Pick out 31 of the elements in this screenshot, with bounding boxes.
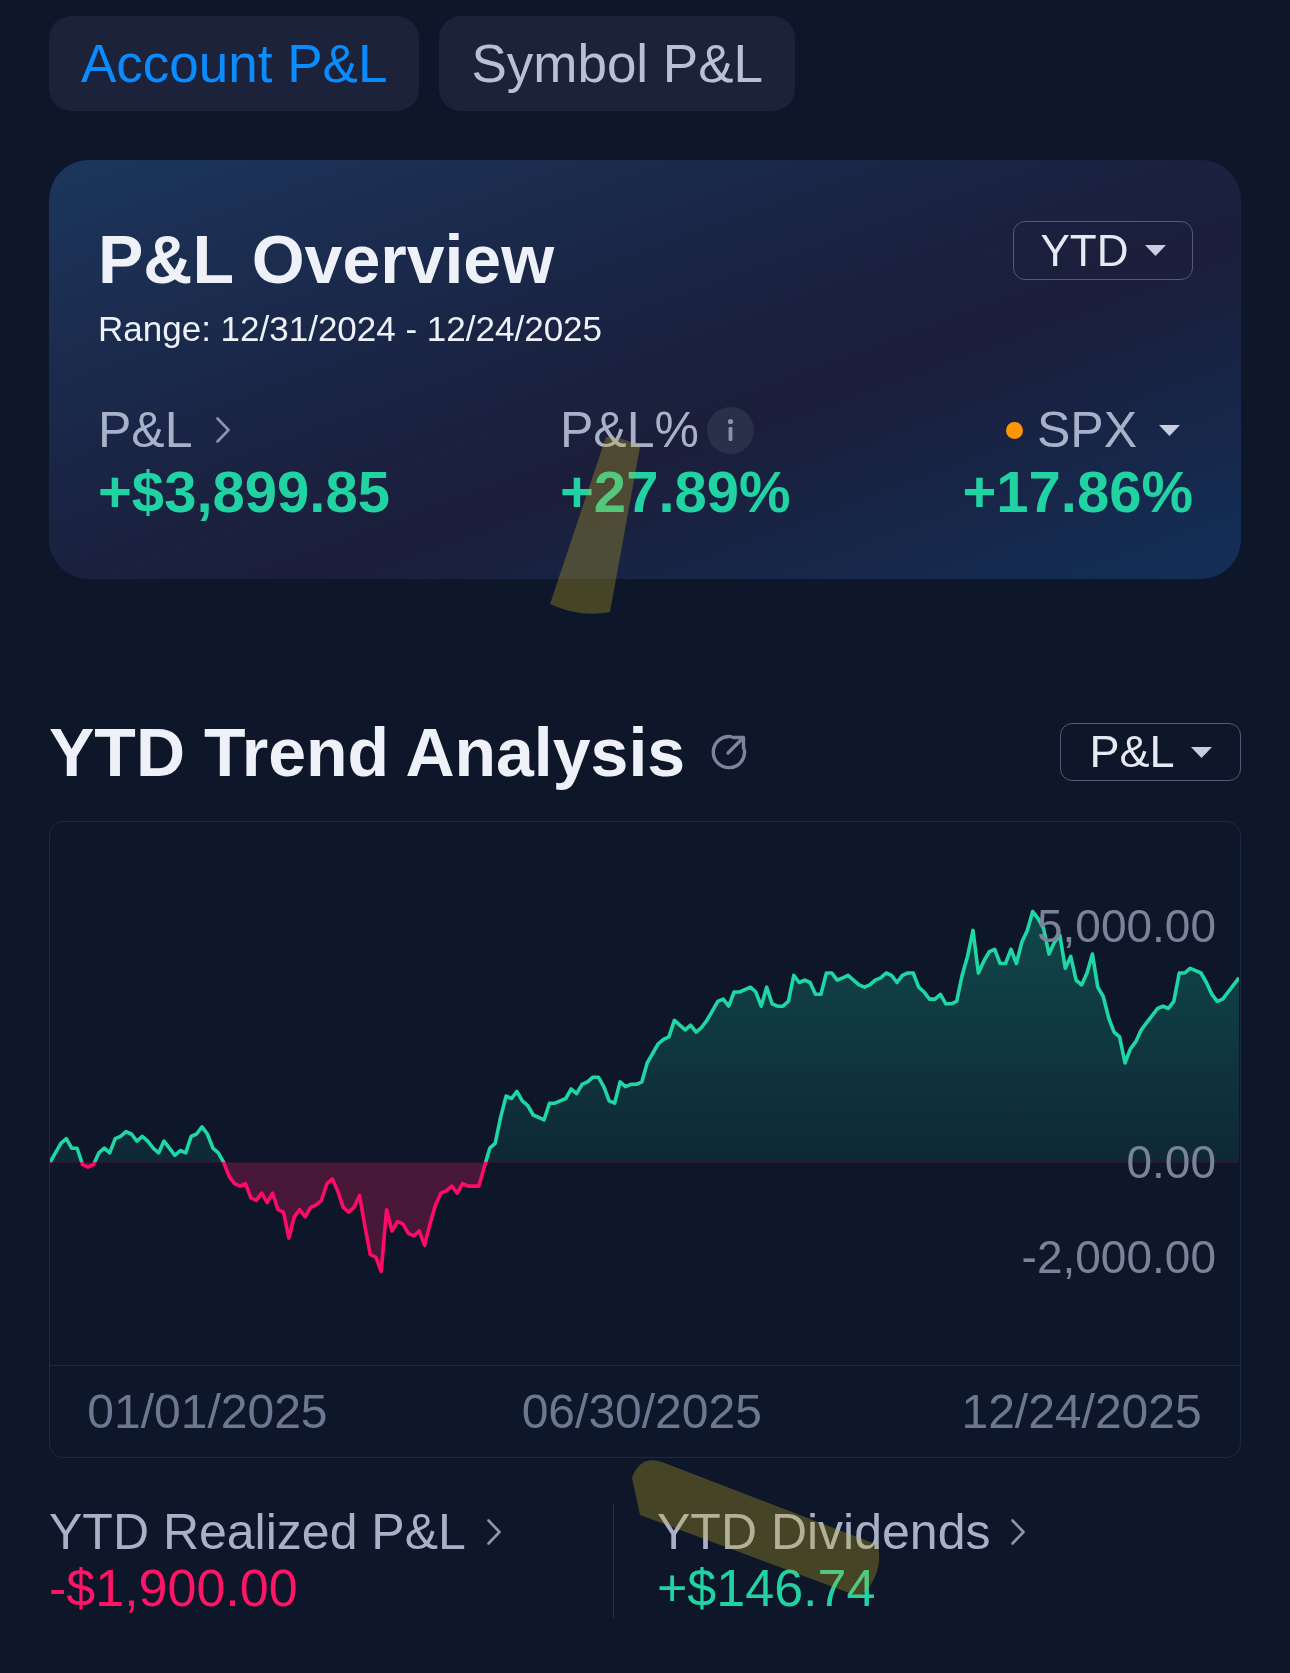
tab[interactable]: Symbol P&L [439,16,796,111]
period-dropdown[interactable]: YTD [1013,221,1193,280]
caret-icon [1159,424,1180,436]
metric-link[interactable]: P&L [98,401,230,459]
tab[interactable]: Account P&L [49,16,420,111]
benchmark-dropdown[interactable]: SPX [1036,401,1193,459]
summary-value: +$146.74 [657,1558,876,1618]
status-dot-icon [1005,421,1023,439]
caret-icon [1144,245,1166,256]
section-title: YTD Trend Analysis [49,714,686,790]
share-icon[interactable] [710,733,749,771]
summary-link[interactable]: YTD Realized P&L [49,1504,501,1560]
x-axis-label: 06/30/2025 [521,1383,762,1440]
metric-value: +$3,899.85 [98,459,390,525]
metric-value: +17.86% [962,459,1193,525]
x-axis-label: 01/01/2025 [87,1383,328,1440]
caret-icon [1190,746,1212,758]
chevron-right-icon [486,1519,501,1545]
y-axis-label: 0.00 [1126,1135,1216,1190]
metric-value: +27.89% [560,459,791,525]
summary-value: -$1,900.00 [49,1558,298,1618]
chevron-right-icon [1011,1519,1026,1545]
y-axis-label: -2,000.00 [1021,1230,1216,1285]
summary-link[interactable]: YTD Dividends [657,1504,1026,1560]
date-range: Range: 12/31/2024 - 12/24/2025 [98,308,603,350]
metric-label: P&L% [560,401,699,459]
x-axis-label: 12/24/2025 [961,1383,1202,1440]
card-title: P&L Overview [98,221,555,297]
metric-dropdown[interactable]: P&L [1060,723,1241,781]
chevron-right-icon [215,417,230,443]
info-icon[interactable] [706,406,754,454]
